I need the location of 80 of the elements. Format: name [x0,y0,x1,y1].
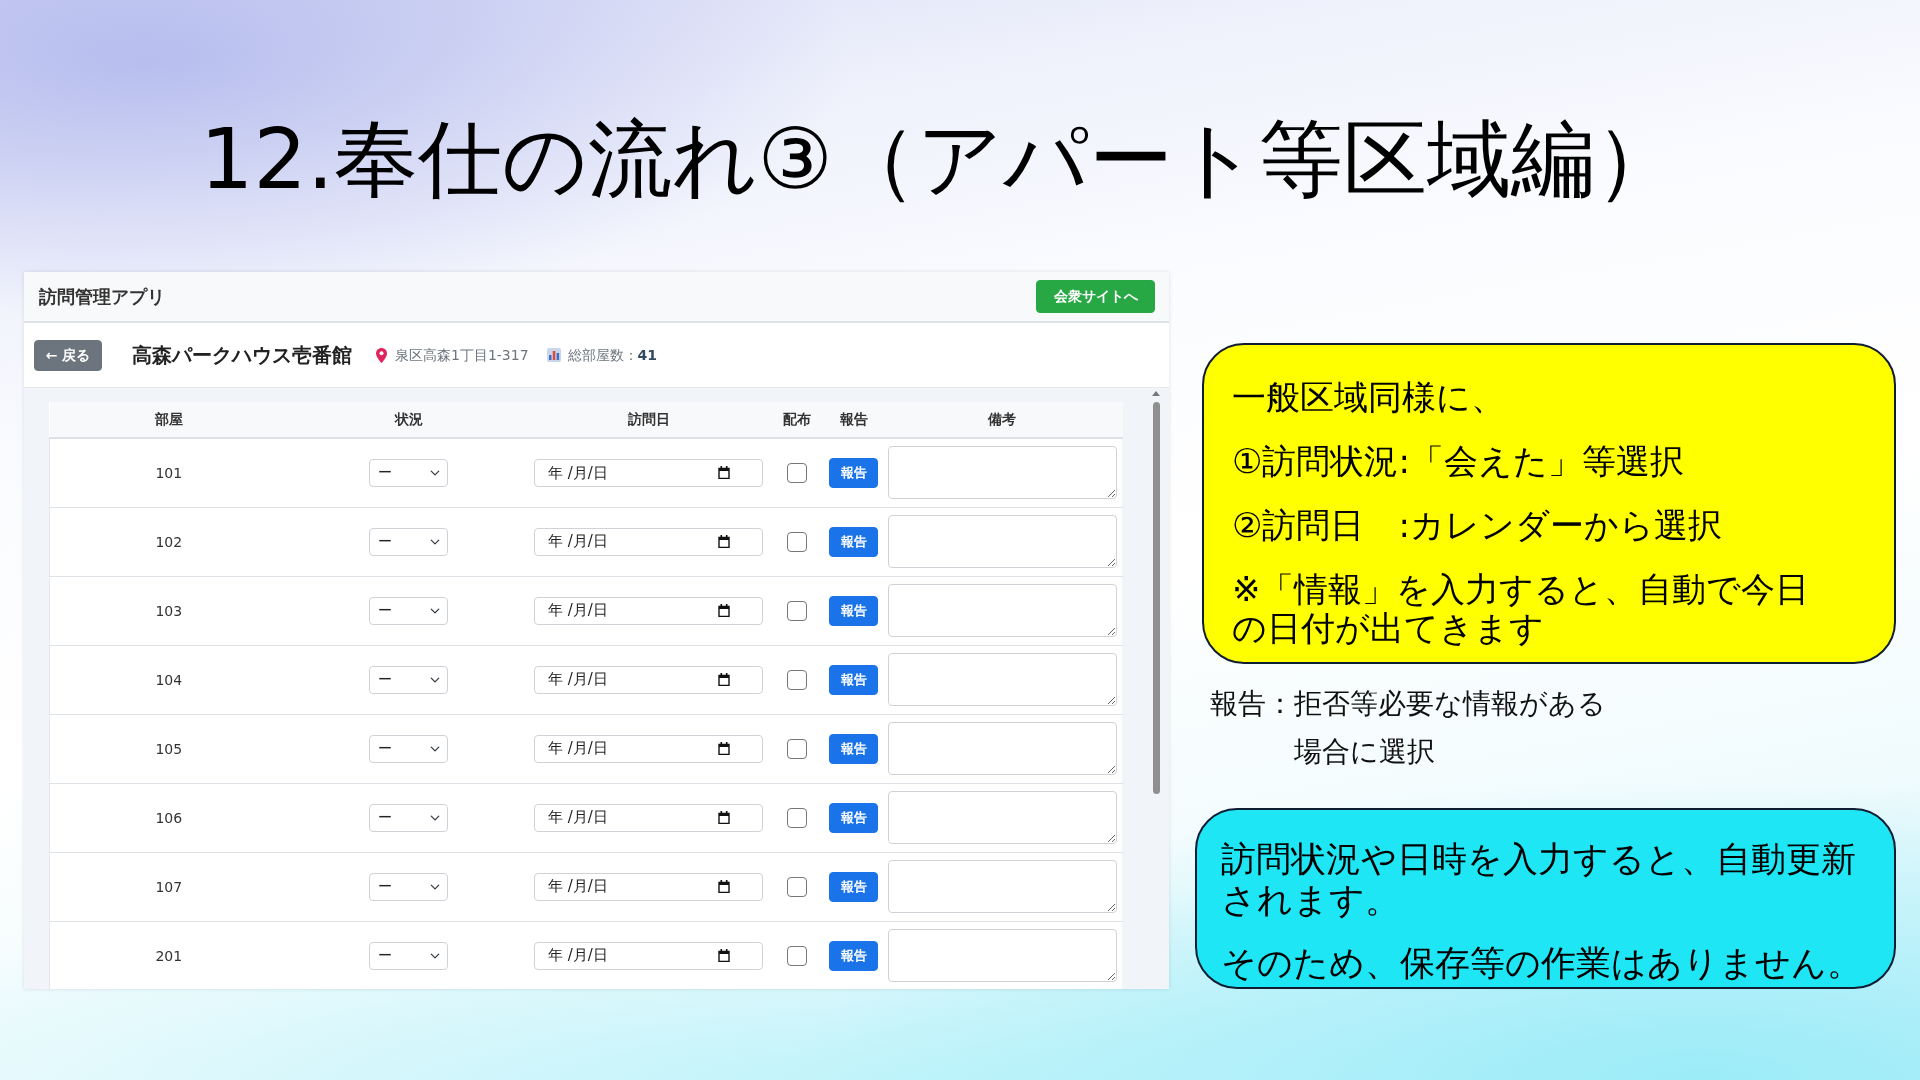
status-select[interactable]: ー [369,527,448,556]
date-field[interactable]: 年 /月/日 [534,596,763,625]
checkbox[interactable] [786,808,807,828]
note-field[interactable] [887,515,1117,568]
status-select[interactable]: ー [369,734,448,763]
address-text: 泉区高森1丁目1-317 [395,345,529,365]
calendar-icon[interactable] [718,466,730,480]
room-number: 106 [155,809,183,826]
callout-text: そのため、保存等の作業はありません。 [1221,943,1863,984]
room-count: 総部屋数：41 [567,345,658,365]
date-field[interactable]: 年 /月/日 [534,734,763,763]
room-number: 107 [155,878,183,895]
column-header: 報告 [825,402,882,438]
note-field[interactable] [887,446,1117,500]
report-button[interactable]: 報告 [829,526,878,557]
slide-title: 12.奉仕の流れ③（アパート等区域編） [199,109,1679,201]
report-button[interactable]: 報告 [829,733,878,764]
note-field[interactable] [887,929,1117,982]
checkbox[interactable] [786,739,807,759]
report-button[interactable]: 報告 [829,940,878,971]
note-field[interactable] [887,722,1117,775]
map-pin-icon [376,347,387,363]
report-button[interactable]: 報告 [829,595,878,626]
report-button[interactable]: 報告 [829,664,878,695]
checkbox[interactable] [786,670,807,690]
room-number: 104 [155,671,183,688]
note-text: 拒否等必要な情報がある場合に選択 [1294,686,1607,770]
date-field[interactable]: 年 /月/日 [534,941,763,970]
column-header: 部屋 [49,402,288,438]
app-title: 訪問管理アプリ [39,285,165,309]
note-field[interactable] [887,653,1117,706]
room-number: 102 [155,533,183,550]
room-number: 201 [155,947,183,964]
calendar-icon[interactable] [718,880,730,893]
note-field[interactable] [887,860,1117,913]
note-field[interactable] [887,584,1117,637]
scrollbar-thumb[interactable] [1152,402,1160,794]
report-button[interactable]: 報告 [829,802,878,833]
building-name: 高森パークハウス壱番館 [132,342,352,369]
status-select[interactable]: ー [369,872,448,901]
status-select[interactable]: ー [369,665,448,694]
status-select[interactable]: ー [369,458,448,487]
calendar-icon[interactable] [718,673,730,686]
column-header: 配布 [767,402,826,438]
date-field[interactable]: 年 /月/日 [534,458,763,487]
checkbox[interactable] [786,946,807,966]
checkbox[interactable] [786,877,807,897]
bar-chart-icon [546,348,561,362]
column-header: 状況 [287,402,530,438]
note-field[interactable] [887,791,1117,844]
calendar-icon[interactable] [718,604,730,617]
status-select[interactable]: ー [369,803,448,832]
callout-text: ②訪問日 :カレンダーから選択 [1232,506,1723,545]
calendar-icon[interactable] [718,949,730,962]
back-button[interactable]: ← 戻る [34,339,102,371]
status-select[interactable]: ー [369,941,448,970]
checkbox[interactable] [786,532,807,552]
report-button[interactable]: 報告 [829,871,878,902]
room-number: 103 [155,602,183,619]
room-number: 105 [155,740,183,757]
status-select[interactable]: ー [369,596,448,625]
column-header: 備考 [881,402,1123,438]
callout-text: 訪問状況や日時を入力すると、自動更新されます。 [1221,839,1857,921]
checkbox[interactable] [786,601,807,621]
column-header: 訪問日 [529,402,768,438]
report-button[interactable]: 報告 [829,457,878,488]
date-field[interactable]: 年 /月/日 [534,527,763,556]
calendar-icon[interactable] [718,742,730,755]
date-field[interactable]: 年 /月/日 [534,665,763,694]
date-field[interactable]: 年 /月/日 [534,803,763,832]
checkbox[interactable] [786,463,807,484]
callout-text: ※「情報」を入力すると、自動で今日の日付が出てきます [1232,570,1811,648]
scroll-up-arrow-icon[interactable] [1152,391,1160,396]
calendar-icon[interactable] [718,811,730,824]
callout-text: ①訪問状況:「会えた」等選択 [1232,442,1685,481]
room-number: 101 [155,464,183,481]
note-label: 報告： [1210,686,1294,722]
callout-text: 一般区域同様に、 [1232,378,1506,417]
date-field[interactable]: 年 /月/日 [534,872,763,901]
calendar-icon[interactable] [718,535,730,548]
